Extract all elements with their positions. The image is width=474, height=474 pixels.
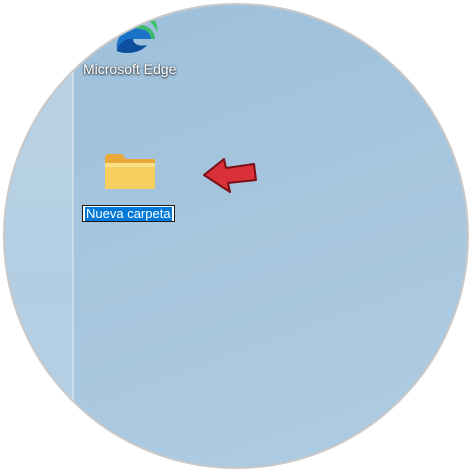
desktop-viewport: Microsoft Edge Nueva carpeta (3, 3, 469, 469)
edge-shortcut-label[interactable]: Microsoft Edge (83, 61, 176, 77)
red-arrow-icon (203, 158, 257, 193)
edge-icon[interactable] (113, 11, 159, 59)
folder-name-selection[interactable]: Nueva carpeta (85, 206, 172, 221)
folder-icon[interactable] (104, 151, 156, 191)
panel-divider (72, 5, 74, 467)
rename-textbox[interactable]: Nueva carpeta (82, 205, 175, 222)
desktop-left-panel (5, 5, 73, 467)
